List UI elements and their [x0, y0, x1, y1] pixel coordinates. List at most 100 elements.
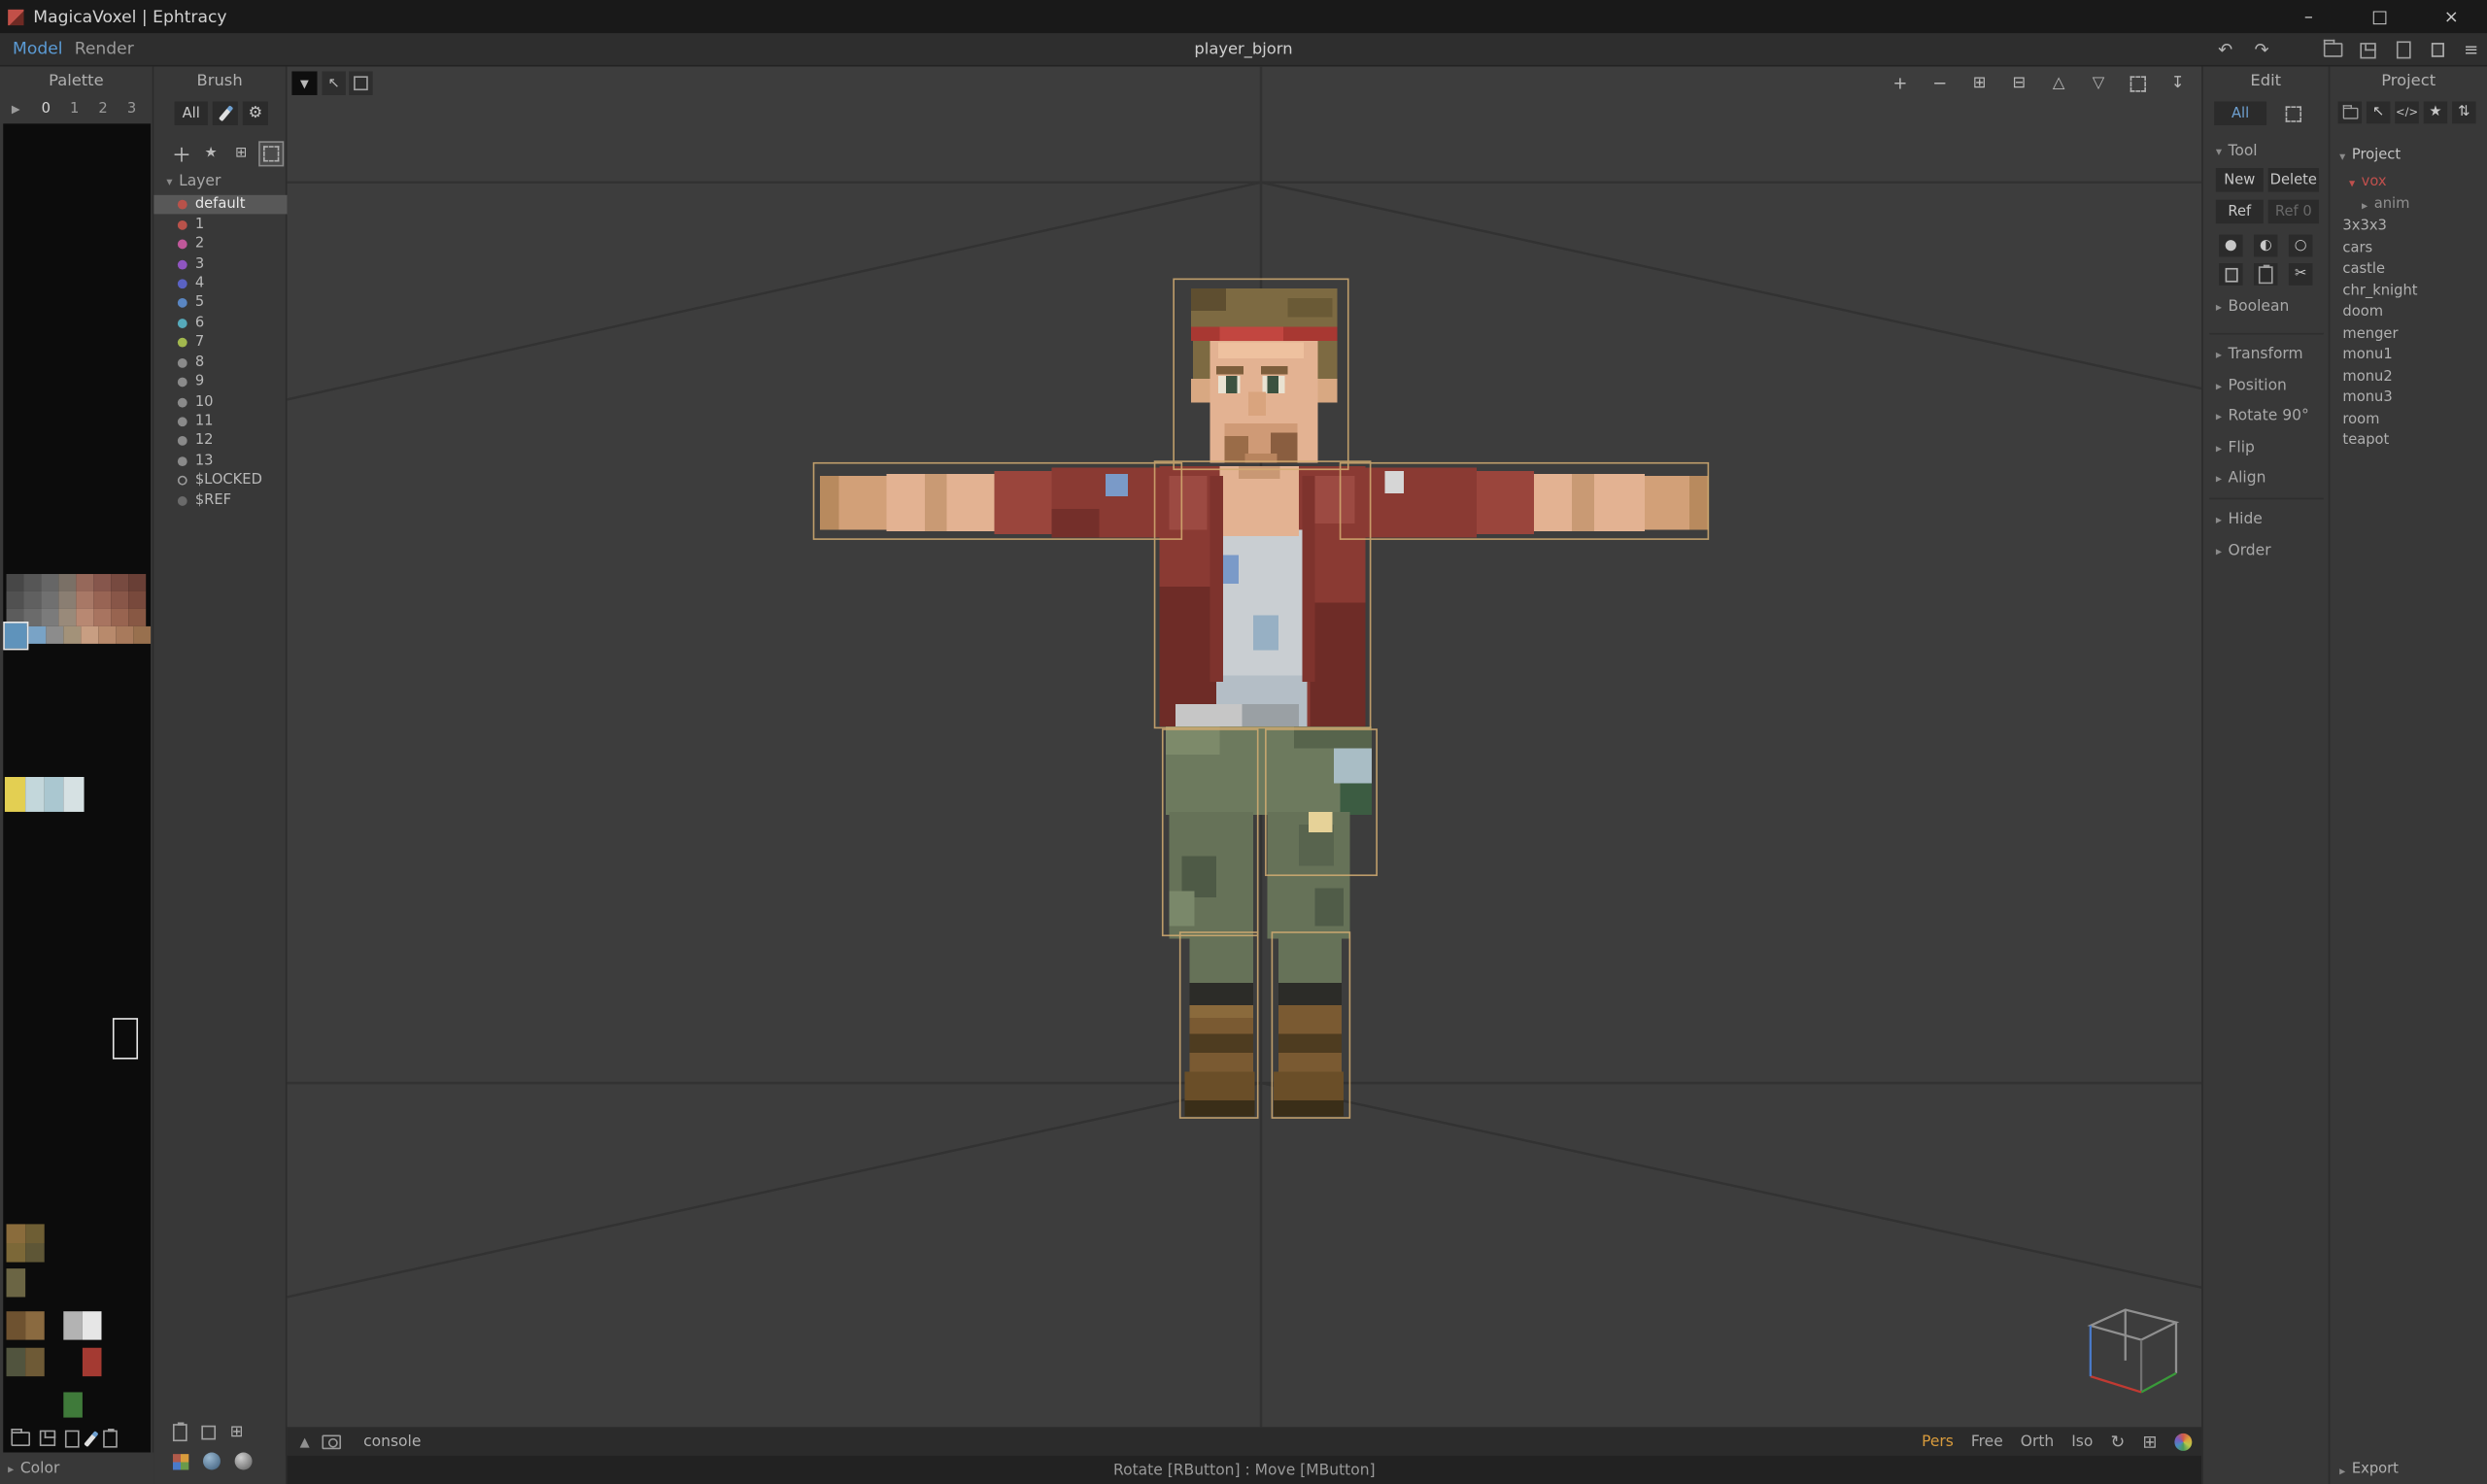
palette-swatch[interactable]	[93, 609, 111, 626]
tab-render[interactable]: Render	[75, 33, 134, 65]
orientation-gizmo[interactable]	[2091, 1310, 2176, 1393]
palette-swatch[interactable]	[7, 1243, 26, 1263]
project-star-icon[interactable]: ★	[2424, 101, 2447, 123]
palette-swatch[interactable]	[111, 574, 128, 591]
palette-swatch[interactable]	[41, 609, 58, 626]
shape-square-icon[interactable]	[201, 1426, 216, 1440]
brush-settings-button[interactable]: ⚙	[243, 101, 268, 124]
layer-row-default[interactable]: default	[153, 195, 287, 215]
palette-swatch[interactable]	[41, 591, 58, 609]
zoom-out-icon[interactable]: −	[1927, 71, 1953, 94]
grid-tool-icon[interactable]: ⊞	[230, 143, 253, 165]
palette-swatch[interactable]	[58, 591, 76, 609]
project-tree-item-monu1[interactable]: monu1	[2342, 346, 2392, 365]
export-section[interactable]: ▸ Export	[2339, 1461, 2399, 1480]
layer-row-13[interactable]: 13	[153, 452, 287, 471]
grid-toggle-icon[interactable]: ⊞	[2142, 1431, 2157, 1451]
project-tree-item-monu2[interactable]: monu2	[2342, 367, 2392, 387]
palette-swatch[interactable]	[58, 609, 76, 626]
layer-row-locked[interactable]: $LOCKED	[153, 471, 287, 490]
download-icon[interactable]: ↧	[2165, 71, 2191, 94]
color-section[interactable]: ▸ Color	[0, 1453, 153, 1484]
save-icon[interactable]	[2354, 37, 2382, 64]
box-select-button[interactable]	[349, 71, 372, 94]
tab-model[interactable]: Model	[13, 33, 62, 65]
view-mode-free[interactable]: Free	[1971, 1433, 2003, 1450]
viewport-canvas[interactable]	[288, 67, 2202, 1428]
edit-all-button[interactable]: All	[2214, 101, 2266, 124]
section-flip[interactable]: ▸Flip	[2216, 439, 2255, 456]
triangle-down-icon[interactable]: ▽	[2086, 71, 2111, 94]
zoom-in-icon[interactable]: +	[1888, 71, 1913, 94]
maximize-button[interactable]: □	[2344, 0, 2415, 33]
palette-swatch[interactable]	[7, 1348, 26, 1376]
palette-swatch[interactable]	[25, 1348, 45, 1376]
palette-swatch[interactable]	[7, 591, 24, 609]
section-order[interactable]: ▸Order	[2216, 542, 2271, 559]
select-tool-button[interactable]: ↖	[322, 71, 345, 94]
minimize-button[interactable]: –	[2273, 0, 2344, 33]
view-mode-iso[interactable]: Iso	[2071, 1433, 2093, 1450]
palette-swatch[interactable]	[41, 574, 58, 591]
palette-swatch[interactable]	[76, 609, 93, 626]
save-as-icon[interactable]	[2389, 37, 2417, 64]
layer-row-2[interactable]: 2	[153, 234, 287, 253]
undo-icon[interactable]: ↶	[2211, 37, 2239, 64]
layer-row-9[interactable]: 9	[153, 373, 287, 392]
redo-icon[interactable]: ↷	[2247, 37, 2275, 64]
grid-increase-icon[interactable]: ⊞	[1966, 71, 1992, 94]
shape-grid-icon[interactable]: ⊞	[230, 1424, 244, 1441]
palette-swatch[interactable]	[7, 1268, 26, 1297]
palette-swatch[interactable]	[133, 626, 151, 644]
tool-section-header[interactable]: ▾ Tool	[2216, 143, 2258, 160]
palette-swatch[interactable]	[7, 1224, 26, 1243]
brush-pencil-button[interactable]	[213, 101, 238, 124]
marquee-tool-icon[interactable]	[260, 143, 283, 165]
sphere-gray-icon[interactable]	[235, 1453, 253, 1470]
project-tree-item-anim[interactable]: ▸ anim	[2362, 195, 2409, 215]
star-tool-icon[interactable]: ★	[200, 143, 222, 165]
palette-swatch[interactable]	[58, 574, 76, 591]
project-tree-item-chr_knight[interactable]: chr_knight	[2342, 282, 2417, 301]
palette-swatch[interactable]	[128, 574, 146, 591]
palette-swatch[interactable]	[98, 626, 116, 644]
palette-open-icon[interactable]	[11, 1431, 30, 1445]
move-tool-icon[interactable]	[170, 143, 192, 165]
paste-icon[interactable]	[2254, 263, 2277, 286]
palette-swatch[interactable]	[25, 1224, 45, 1243]
palette-swatch[interactable]	[28, 626, 46, 644]
project-tree-item-room[interactable]: room	[2342, 410, 2379, 429]
palette-swatch[interactable]	[93, 574, 111, 591]
menu-icon[interactable]: ≡	[2457, 37, 2485, 64]
layer-row-4[interactable]: 4	[153, 274, 287, 293]
section-rotate90[interactable]: ▸Rotate 90°	[2216, 408, 2309, 425]
duplicate-icon[interactable]	[2424, 37, 2452, 64]
open-file-icon[interactable]	[2319, 37, 2347, 64]
grid-decrease-icon[interactable]: ⊟	[2006, 71, 2031, 94]
palette-swatch[interactable]	[76, 574, 93, 591]
palette-swatch[interactable]	[63, 1311, 83, 1339]
color-wheel-icon[interactable]	[2174, 1433, 2192, 1450]
layer-row-12[interactable]: 12	[153, 431, 287, 451]
paste-pattern-icon[interactable]	[173, 1424, 187, 1441]
palette-swatch[interactable]	[7, 1311, 26, 1339]
palette-new-icon[interactable]	[65, 1430, 80, 1447]
palette-swatch[interactable]	[45, 777, 64, 812]
palette-clipboard-icon[interactable]	[103, 1430, 118, 1447]
new-button[interactable]: New	[2216, 168, 2264, 191]
palette-swatch[interactable]	[46, 626, 63, 644]
palette-swatch[interactable]	[63, 626, 81, 644]
palette-swatch[interactable]	[128, 609, 146, 626]
palette-swatch[interactable]	[7, 574, 24, 591]
palette-swatch[interactable]	[93, 591, 111, 609]
view-dropdown-button[interactable]: ▼	[291, 71, 317, 94]
project-tree-item-vox[interactable]: ▾ vox	[2349, 173, 2387, 192]
view-mode-orth[interactable]: Orth	[2021, 1433, 2055, 1450]
palette-swatch[interactable]	[83, 1311, 102, 1339]
close-button[interactable]: ×	[2416, 0, 2487, 33]
project-folder-icon[interactable]	[2338, 101, 2362, 123]
project-tree-item-doom[interactable]: doom	[2342, 303, 2383, 322]
project-tree-item-cars[interactable]: cars	[2342, 239, 2372, 258]
project-tree-item-3x3x3[interactable]: 3x3x3	[2342, 218, 2386, 237]
palette-grid[interactable]	[3, 123, 151, 1452]
